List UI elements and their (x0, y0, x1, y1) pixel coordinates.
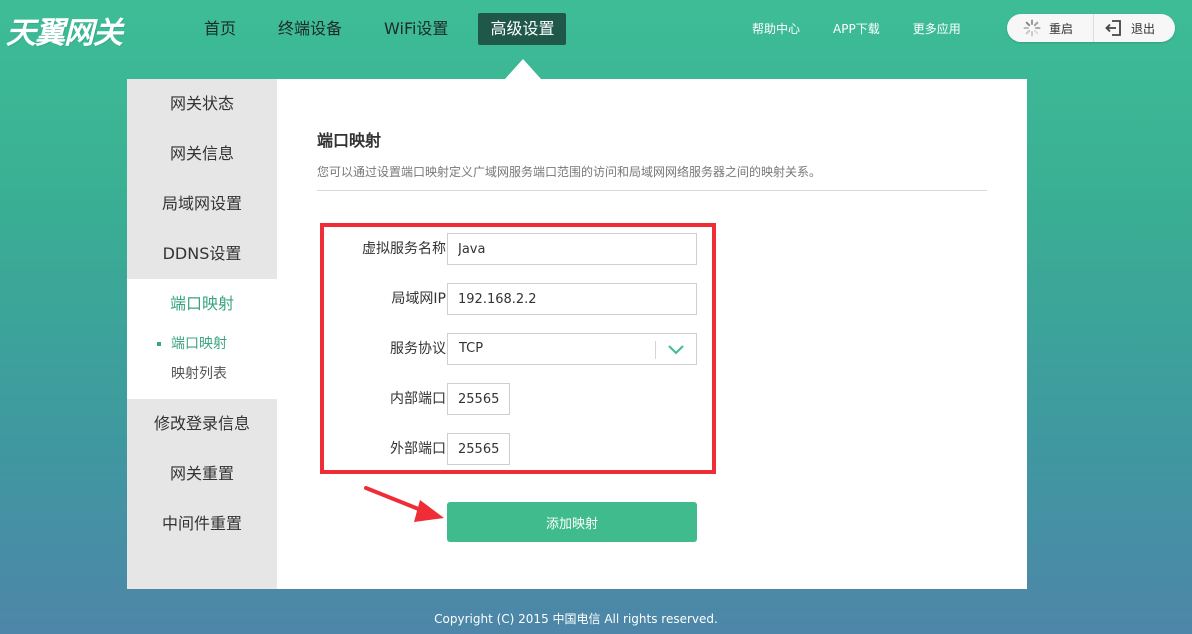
lan-ip-input[interactable] (447, 283, 697, 315)
main-nav: 首页 终端设备 WiFi设置 高级设置 (192, 13, 584, 45)
sidebar-item-middleware-reset[interactable]: 中间件重置 (127, 499, 277, 549)
logout-button[interactable]: 退出 (1093, 14, 1175, 42)
top-links: 帮助中心 APP下载 更多应用 (752, 20, 994, 38)
action-group: 重启 退出 (1007, 14, 1175, 42)
sidebar-item-lan-settings[interactable]: 局域网设置 (127, 179, 277, 229)
internal-port-input[interactable] (447, 383, 510, 415)
content-panel: 网关状态 网关信息 局域网设置 DDNS设置 端口映射 端口映射 映射列表 修改… (127, 79, 1027, 589)
nav-advanced[interactable]: 高级设置 (478, 13, 567, 45)
sidebar-subitem-mapping-list[interactable]: 映射列表 (127, 359, 277, 389)
form-row-internal-port: 内部端口 (324, 383, 712, 415)
add-mapping-button[interactable]: 添加映射 (447, 502, 697, 542)
divider (317, 190, 987, 191)
sidebar-item-login-info[interactable]: 修改登录信息 (127, 399, 277, 449)
chevron-down-icon (668, 345, 684, 355)
help-center-link[interactable]: 帮助中心 (752, 20, 800, 38)
footer-copyright: Copyright (C) 2015 中国电信 All rights reser… (434, 612, 718, 626)
page-description: 您可以通过设置端口映射定义广域网服务端口范围的访问和局域网网络服务器之间的映射关… (317, 165, 822, 179)
sidebar-item-ddns[interactable]: DDNS设置 (127, 229, 277, 279)
sidebar-item-gateway-info[interactable]: 网关信息 (127, 129, 277, 179)
internal-port-label: 内部端口 (390, 391, 446, 407)
nav-home[interactable]: 首页 (192, 13, 248, 45)
external-port-label: 外部端口 (390, 441, 446, 457)
sidebar-item-port-mapping[interactable]: 端口映射 (127, 279, 277, 329)
nav-wifi[interactable]: WiFi设置 (372, 13, 460, 45)
form-row-external-port: 外部端口 (324, 433, 712, 465)
port-mapping-form: 虚拟服务名称 局域网IP 服务协议 TCP 内部端口 外部端口 (320, 223, 716, 474)
app-download-link[interactable]: APP下载 (833, 20, 880, 38)
nav-active-pointer (505, 59, 541, 79)
sidebar-group-port-mapping: 端口映射 端口映射 映射列表 (127, 279, 277, 399)
brand-logo: 天翼网关 (6, 16, 123, 51)
more-apps-link[interactable]: 更多应用 (913, 20, 961, 38)
service-name-label: 虚拟服务名称 (362, 241, 446, 257)
restart-label: 重启 (1049, 21, 1074, 36)
logout-label: 退出 (1131, 21, 1156, 36)
form-row-service-name: 虚拟服务名称 (324, 233, 712, 265)
sidebar: 网关状态 网关信息 局域网设置 DDNS设置 端口映射 端口映射 映射列表 修改… (127, 79, 277, 589)
logout-icon (1105, 20, 1121, 36)
loading-spinner-icon (1023, 19, 1041, 37)
sidebar-subitem-port-mapping[interactable]: 端口映射 (127, 329, 277, 359)
annotation-arrow-icon (364, 486, 444, 522)
external-port-input[interactable] (447, 433, 510, 465)
page-title: 端口映射 (317, 131, 382, 150)
protocol-selected-value: TCP (459, 341, 484, 356)
service-name-input[interactable] (447, 233, 697, 265)
sidebar-item-gateway-reset[interactable]: 网关重置 (127, 449, 277, 499)
nav-devices[interactable]: 终端设备 (266, 13, 354, 45)
form-row-lan-ip: 局域网IP (324, 283, 712, 315)
lan-ip-label: 局域网IP (391, 291, 446, 307)
sidebar-item-gateway-status[interactable]: 网关状态 (127, 79, 277, 129)
select-separator (655, 341, 656, 359)
restart-button[interactable]: 重启 (1007, 14, 1093, 42)
form-row-protocol: 服务协议 TCP (324, 333, 712, 365)
protocol-label: 服务协议 (390, 341, 446, 357)
protocol-select[interactable]: TCP (447, 333, 697, 365)
